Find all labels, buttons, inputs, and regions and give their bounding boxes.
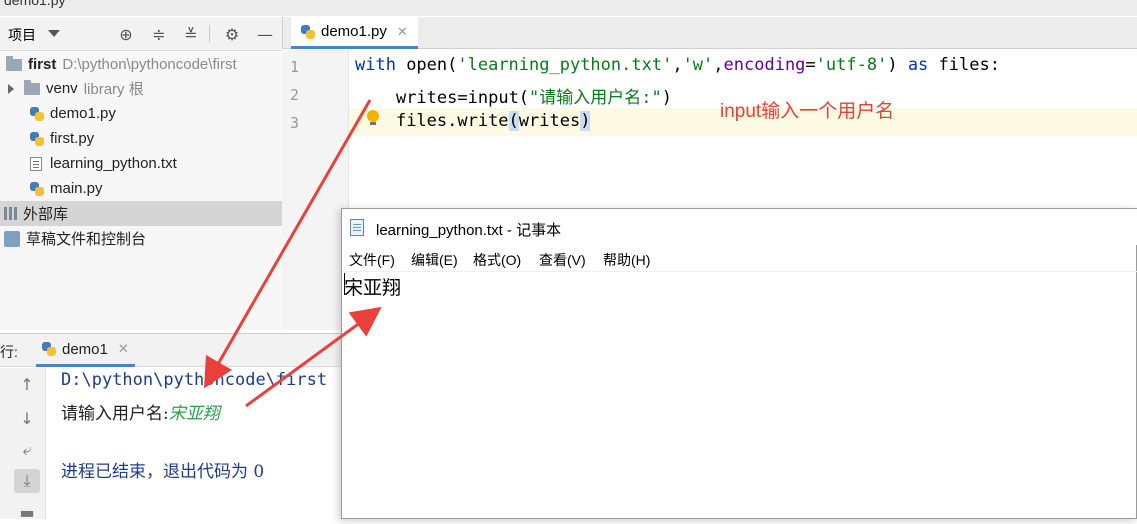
run-tab-label: demo1	[62, 340, 108, 358]
notepad-icon	[350, 219, 364, 236]
tree-root-path: D:\python\pythoncode\first	[62, 56, 237, 73]
gear-icon[interactable]: ⚙	[222, 24, 242, 44]
chevron-right-icon[interactable]	[8, 83, 14, 94]
arrow-down-icon[interactable]: ↓	[14, 406, 40, 430]
run-console[interactable]: D:\python\pythoncode\first 请输入用户名:宋亚翔 进程…	[47, 368, 345, 519]
tree-item-demo1[interactable]: demo1.py	[0, 101, 282, 126]
tree-item-label: main.py	[50, 180, 103, 197]
project-panel-header: 项目 ⊕ ≑ ≚ ⚙ —	[0, 17, 282, 51]
project-tree: first D:\python\pythoncode\first venv li…	[0, 52, 282, 330]
tree-item-first[interactable]: first.py	[0, 126, 282, 151]
line-number: 1	[290, 58, 300, 76]
arrow-up-icon[interactable]: ↑	[14, 372, 40, 396]
menu-view[interactable]: 查看(V)	[539, 250, 586, 270]
lightbulb-icon[interactable]	[367, 110, 379, 126]
tree-item-main[interactable]: main.py	[0, 176, 282, 201]
scroll-to-end-icon[interactable]: ⤓	[14, 469, 40, 493]
tree-item-scratches[interactable]: 草稿文件和控制台	[0, 226, 282, 251]
tree-item-label: learning_python.txt	[50, 155, 177, 172]
run-panel-header: 行: demo1 ✕	[0, 333, 345, 367]
notepad-content[interactable]: 宋亚翔	[344, 273, 401, 300]
divider	[209, 25, 210, 43]
folder-icon	[6, 55, 22, 71]
soft-wrap-icon[interactable]: ⤶	[14, 438, 40, 462]
notepad-window: learning_python.txt - 记事本 文件(F) 编辑(E) 格式…	[341, 208, 1137, 519]
library-icon	[4, 207, 17, 220]
tree-item-label: 外部库	[23, 206, 69, 223]
tab-label: demo1.py	[321, 23, 387, 40]
tree-item-external-libraries[interactable]: 外部库	[0, 201, 282, 226]
close-icon[interactable]: ✕	[118, 341, 129, 357]
console-exit: 进程已结束，退出代码为 0	[61, 462, 265, 482]
window-title-bar: demo1.py	[0, 0, 1137, 16]
python-file-icon	[30, 131, 44, 146]
line-number: 2	[290, 86, 300, 104]
editor-tab-bar: demo1.py ✕	[282, 17, 1137, 49]
python-file-icon	[42, 342, 56, 356]
tree-item-label: 草稿文件和控制台	[26, 231, 147, 248]
print-icon[interactable]: ▬	[14, 500, 40, 524]
tab-run-demo1[interactable]: demo1 ✕	[36, 334, 135, 367]
folder-icon	[24, 79, 40, 95]
menu-edit[interactable]: 编辑(E)	[411, 250, 458, 270]
python-file-icon	[301, 24, 315, 39]
notepad-menu-bar: 文件(F) 编辑(E) 格式(O) 查看(V) 帮助(H)	[342, 245, 1137, 272]
menu-file[interactable]: 文件(F)	[349, 250, 395, 270]
tree-item-label: first.py	[50, 130, 95, 147]
console-input: 宋亚翔	[168, 404, 220, 424]
console-prompt-line: 请输入用户名:宋亚翔	[61, 399, 220, 424]
notepad-title-bar[interactable]: learning_python.txt - 记事本	[342, 209, 1137, 245]
run-label: 行:	[0, 344, 18, 360]
python-file-icon	[30, 106, 44, 121]
notepad-title: learning_python.txt - 记事本	[376, 222, 562, 239]
line-number: 3	[290, 114, 300, 132]
expand-all-icon[interactable]: ≑	[149, 24, 169, 44]
chevron-down-icon[interactable]	[48, 30, 60, 37]
locate-icon[interactable]: ⊕	[116, 24, 136, 44]
python-file-icon	[30, 181, 44, 196]
tree-item-label: venv	[46, 80, 78, 97]
code-line-1[interactable]: with open('learning_python.txt','w',enco…	[355, 55, 1000, 75]
tree-root-first[interactable]: first D:\python\pythoncode\first	[0, 52, 282, 77]
window-title: demo1.py	[4, 0, 66, 8]
tree-item-label: demo1.py	[50, 105, 116, 122]
console-path: D:\python\pythoncode\first	[61, 370, 328, 390]
run-toolbar: ↑ ↓ ⤶ ⤓ ▬	[0, 368, 46, 522]
scratch-icon	[4, 230, 20, 247]
tree-item-venv[interactable]: venv library 根	[0, 76, 282, 101]
annotation-text: input输入一个用户名	[720, 101, 895, 122]
collapse-all-icon[interactable]: ≚	[181, 24, 201, 44]
tree-item-sub: library 根	[83, 81, 144, 98]
editor-gutter: 1 2 3	[282, 50, 349, 330]
close-icon[interactable]: ✕	[397, 24, 408, 40]
tree-item-learning-python[interactable]: learning_python.txt	[0, 151, 282, 176]
tab-demo1-py[interactable]: demo1.py ✕	[291, 17, 418, 49]
code-line-3[interactable]: files.write(writes)	[355, 111, 591, 131]
tree-root-label: first	[28, 56, 57, 73]
code-line-2[interactable]: writes=input("请输入用户名:")	[355, 83, 672, 108]
console-prompt: 请输入用户名:	[61, 404, 169, 424]
text-file-icon	[30, 156, 42, 171]
project-panel-title[interactable]: 项目	[8, 25, 36, 45]
menu-format[interactable]: 格式(O)	[473, 250, 521, 270]
menu-help[interactable]: 帮助(H)	[603, 250, 650, 270]
minimize-icon[interactable]: —	[255, 24, 275, 44]
